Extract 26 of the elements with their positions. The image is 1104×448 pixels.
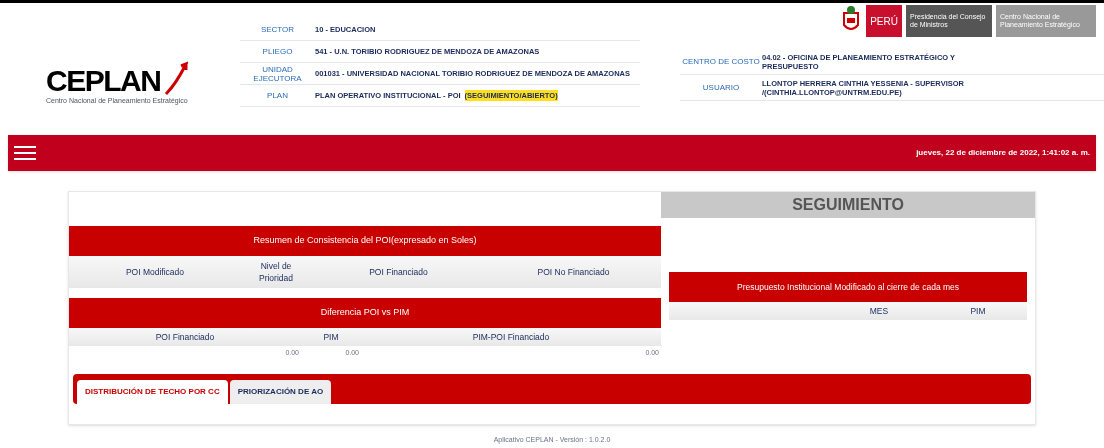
table-title: Diferencia POI vs PIM [320, 306, 410, 320]
column-header: Nivel de Prioridad [258, 259, 294, 284]
column-header: PIM [969, 304, 987, 318]
column-header: POI Financiado [154, 330, 216, 344]
table-title: Presupuesto Institucional Modificado al cierre de cada mes [736, 280, 960, 294]
column-header: POI No Financiado [536, 265, 611, 278]
tab[interactable]: DISTRIBUCIÓN DE TECHO POR CC [77, 380, 228, 404]
field-label: PLIEGO [261, 47, 294, 56]
column-header: POI Modificado [124, 265, 186, 278]
logo-wordmark: CEPLAN [46, 65, 161, 96]
field-label: CENTRO DE COSTO [681, 55, 761, 68]
field-label: USUARIO [701, 81, 741, 94]
field-label: UNIDAD EJECUTORA [252, 64, 303, 83]
column-header: MES [868, 304, 890, 318]
datetime-text: jueves, 22 de diciembre de 2022, 1:41:02 a. m. [916, 147, 1090, 159]
field-label: PLAN [266, 91, 289, 100]
tab[interactable]: PRIORIZACIÓN DE AO [229, 380, 332, 404]
table-title: Resumen de Consistencia del POI(expresado en Soles) [253, 234, 477, 248]
menu-icon[interactable] [14, 145, 36, 161]
map-arrow-icon [162, 59, 189, 96]
column-header: POI Financiado [368, 265, 429, 278]
column-header: PIM [322, 330, 340, 344]
section-title: SEGUIMIENTO [792, 195, 904, 215]
country-badge: PERÚ [866, 5, 902, 37]
field-label: SECTOR [259, 25, 296, 34]
column-header: PIM-POI Financiado [471, 330, 551, 344]
